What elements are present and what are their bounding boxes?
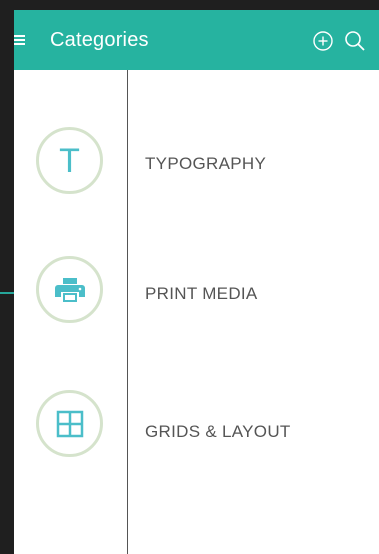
category-label: PRINT MEDIA xyxy=(145,284,258,303)
search-icon[interactable] xyxy=(344,30,366,52)
app-window: Categories T TYPOGRAPHY PRINT MEDIA GRID… xyxy=(14,10,379,554)
category-item-print-media[interactable]: PRINT MEDIA xyxy=(14,244,379,344)
printer-glyph xyxy=(54,277,85,302)
grid-glyph xyxy=(56,410,83,437)
category-label: TYPOGRAPHY xyxy=(145,154,267,173)
frame-accent-line xyxy=(0,292,14,294)
category-item-grids-layout[interactable]: GRIDS & LAYOUT xyxy=(14,378,379,478)
add-circle-icon[interactable] xyxy=(312,30,334,52)
grid-icon xyxy=(36,390,103,457)
typography-icon: T xyxy=(36,127,103,194)
category-label: GRIDS & LAYOUT xyxy=(145,422,291,441)
app-bar: Categories xyxy=(14,10,379,70)
page-title: Categories xyxy=(50,29,149,51)
category-item-typography[interactable]: T TYPOGRAPHY xyxy=(14,115,379,215)
printer-icon xyxy=(36,256,103,323)
menu-icon[interactable] xyxy=(14,34,26,46)
